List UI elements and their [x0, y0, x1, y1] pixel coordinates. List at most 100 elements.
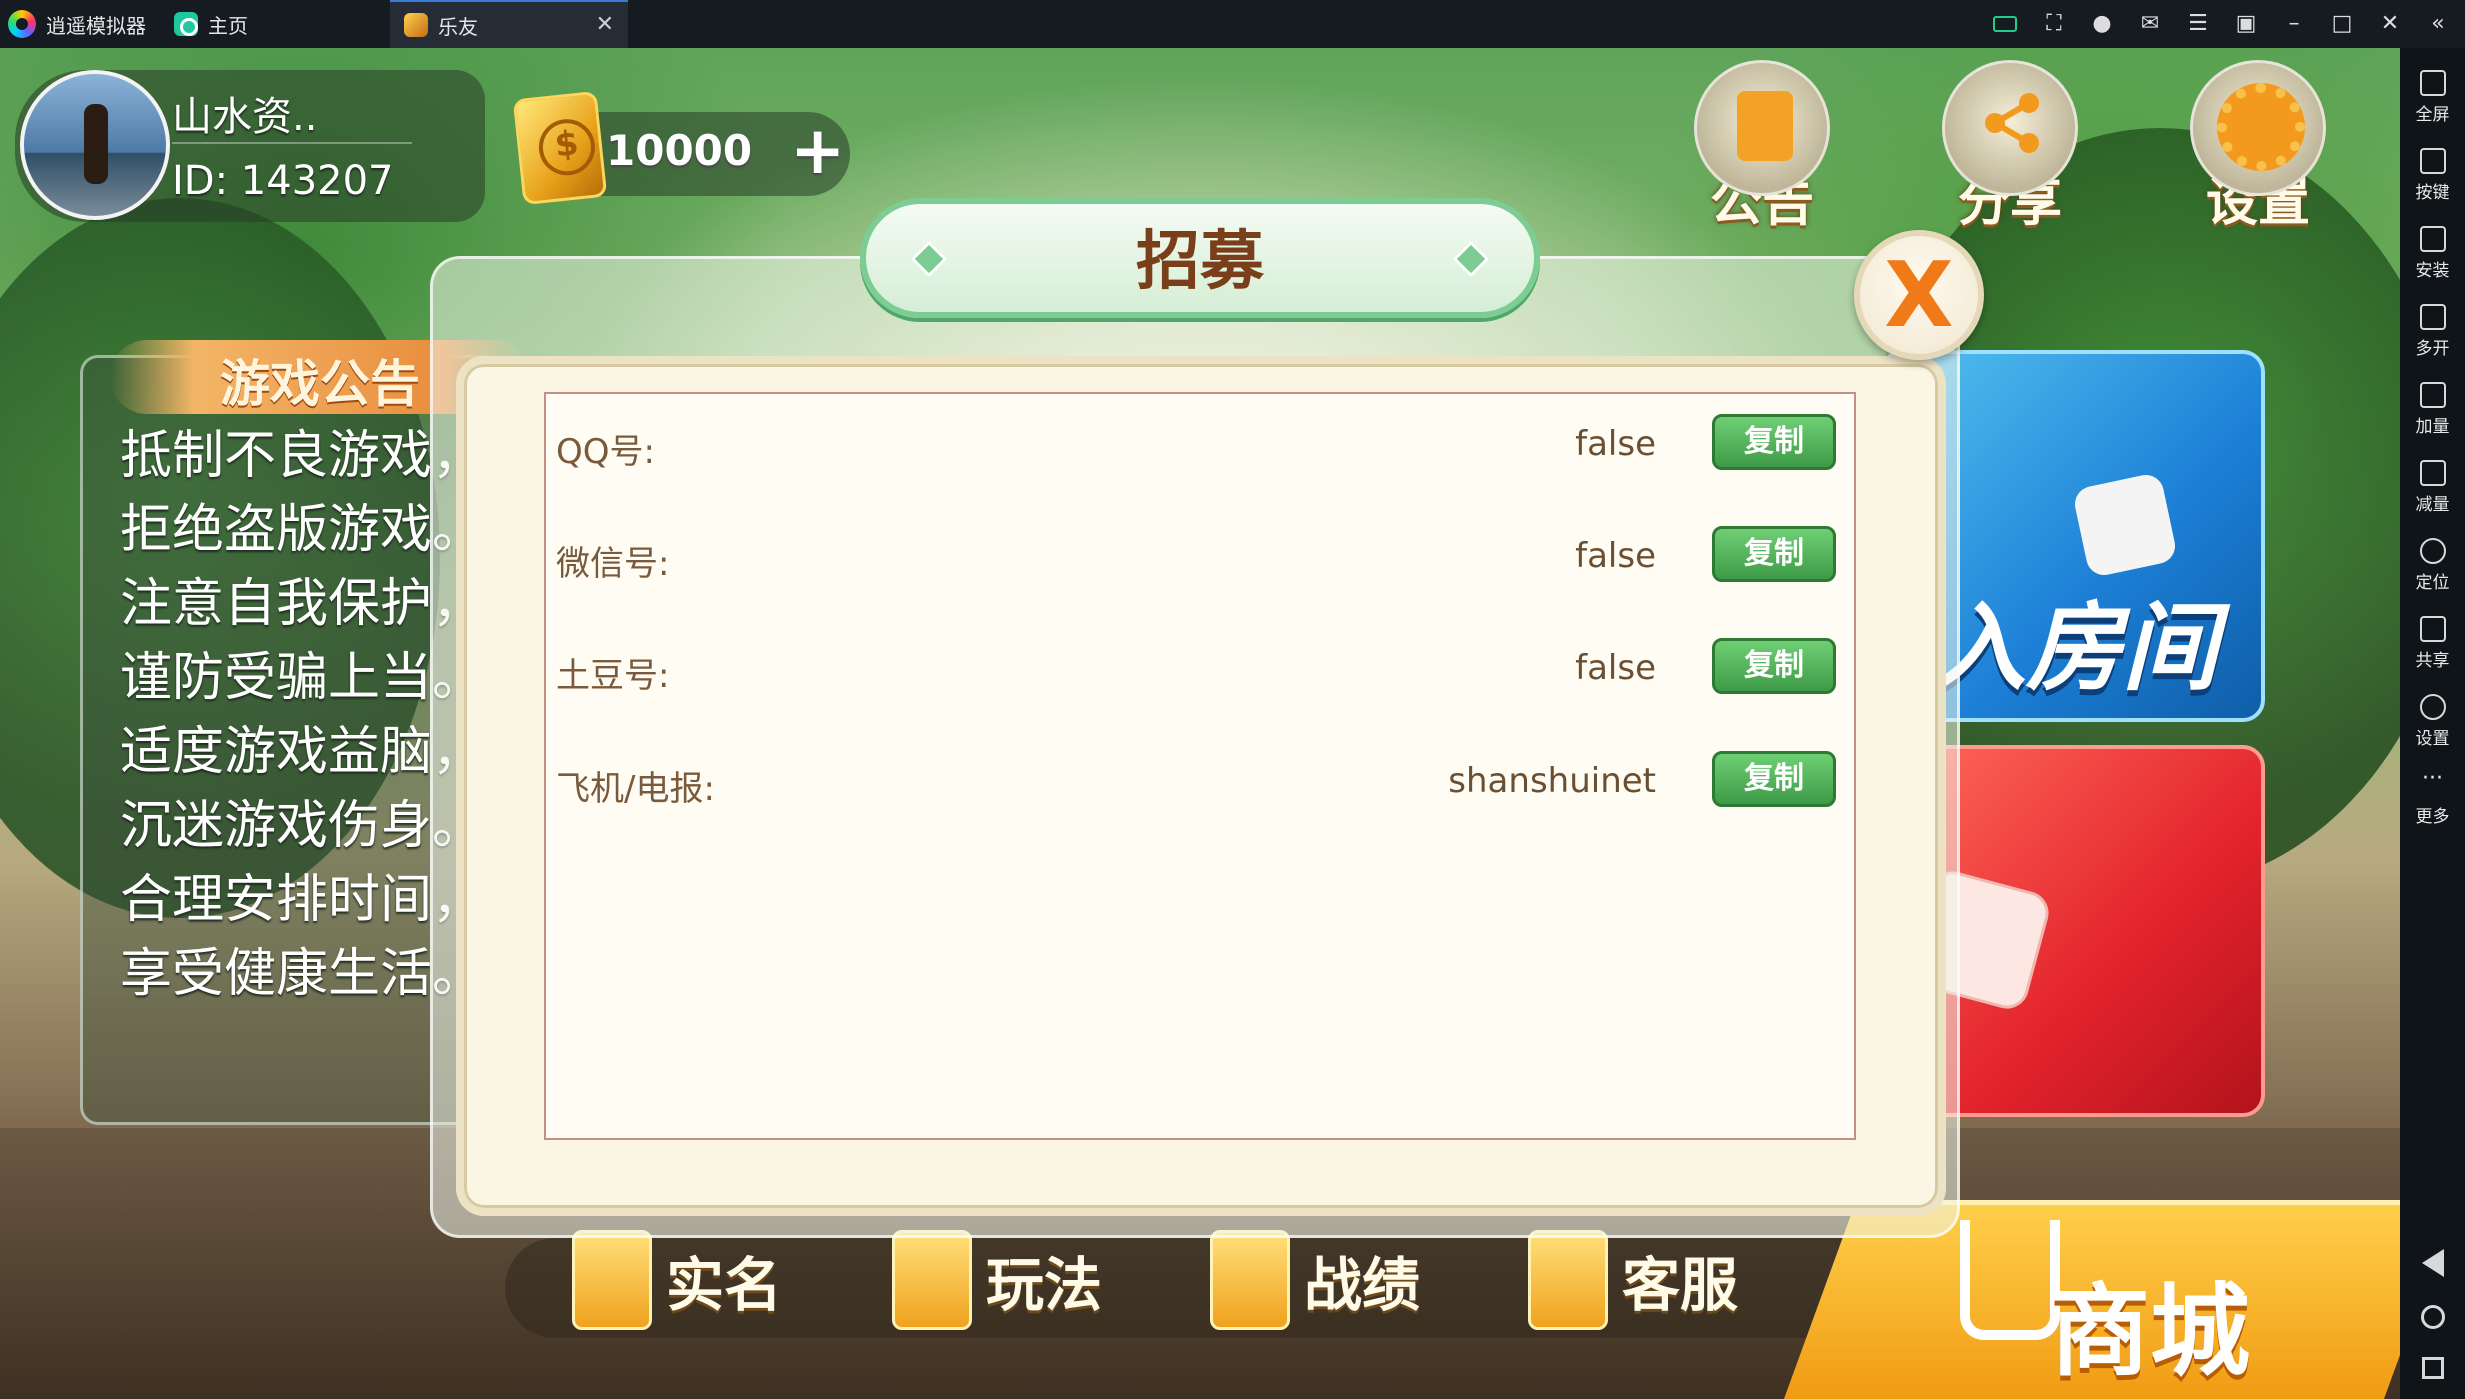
- clipboard-icon: [1737, 91, 1793, 161]
- sidebar-item-label: 安装: [2415, 260, 2450, 281]
- sidebar-item-label: 加量: [2415, 416, 2450, 437]
- row-label: QQ号:: [556, 432, 655, 472]
- row-value: false: [1575, 536, 1656, 576]
- sidebar-item-volume-down[interactable]: 减量: [2400, 448, 2465, 526]
- user-id: ID: 143207: [172, 158, 394, 204]
- modal-close-button[interactable]: X: [1854, 230, 1984, 360]
- sidebar-item-multi[interactable]: 多开: [2400, 292, 2465, 370]
- apk-install-icon: [2419, 225, 2446, 252]
- recruit-row-telegram: 飞机/电报: shanshuinet 复制: [556, 751, 1836, 815]
- row-label: 微信号:: [556, 544, 670, 584]
- location-icon: [2419, 537, 2446, 564]
- tab-home-label: 主页: [208, 13, 248, 38]
- keyboard-icon: [2419, 147, 2446, 174]
- join-room-label: 入房间: [1930, 592, 2218, 704]
- sidebar-item-more[interactable]: ··· 更多: [2400, 760, 2465, 838]
- sidebar-item-label: 定位: [2415, 572, 2450, 593]
- close-window-icon[interactable]: ✕: [2379, 13, 2401, 35]
- share-button[interactable]: 分享: [1940, 60, 2080, 240]
- sidebar-item-label: 按键: [2415, 182, 2450, 203]
- white-dice-icon: [2071, 471, 2179, 579]
- screen-record-icon[interactable]: ▣: [2235, 13, 2257, 35]
- row-value: shanshuinet: [1448, 761, 1656, 801]
- sidebar-item-keymap[interactable]: 按键: [2400, 136, 2465, 214]
- add-coins-button[interactable]: +: [790, 118, 845, 184]
- tab-home[interactable]: 主页: [160, 0, 390, 48]
- sidebar-item-label: 多开: [2415, 338, 2450, 359]
- settings-button[interactable]: 设置: [2188, 60, 2328, 240]
- multi-instance-icon: [2419, 303, 2446, 330]
- memu-logo-icon: [8, 10, 36, 38]
- row-value: false: [1575, 424, 1656, 464]
- folder-icon: [2419, 615, 2446, 642]
- profile-divider: [172, 142, 412, 144]
- emulator-app: 逍遥模拟器: [0, 10, 160, 39]
- menu-icon[interactable]: ☰: [2187, 13, 2209, 35]
- copy-button[interactable]: 复制: [1712, 526, 1836, 582]
- android-nav-buttons: [2400, 1249, 2465, 1379]
- shop-label: 商城: [2050, 1273, 2250, 1390]
- row-value: false: [1575, 648, 1656, 688]
- close-icon: X: [1884, 243, 1954, 348]
- keyboard-mapping-icon[interactable]: [1993, 16, 2017, 32]
- home-icon[interactable]: [2420, 1305, 2445, 1329]
- copy-button[interactable]: 复制: [1712, 414, 1836, 470]
- username: 山水资..: [172, 94, 318, 140]
- sidebar-item-location[interactable]: 定位: [2400, 526, 2465, 604]
- account-icon[interactable]: ●: [2091, 13, 2113, 35]
- row-label: 土豆号:: [556, 656, 670, 696]
- notice-button[interactable]: 公告: [1692, 60, 1832, 240]
- shield-check-icon: [572, 1230, 652, 1330]
- emulator-titlebar: 逍遥模拟器 主页 乐友 ✕ ⛶ ● ✉ ☰ ▣ – □ ✕ «: [0, 0, 2465, 48]
- sidebar-item-label: 减量: [2415, 494, 2450, 515]
- document-icon: [892, 1230, 972, 1330]
- sidebar-item-share[interactable]: 共享: [2400, 604, 2465, 682]
- coin-balance: 10000: [606, 126, 753, 175]
- row-label: 飞机/电报:: [556, 769, 715, 809]
- recruit-row-tudou: 土豆号: false 复制: [556, 638, 1836, 702]
- sidebar-item-install[interactable]: 安装: [2400, 214, 2465, 292]
- copy-button[interactable]: 复制: [1712, 638, 1836, 694]
- customer-service-icon: [1528, 1230, 1608, 1330]
- tab-leyou-label: 乐友: [438, 14, 478, 39]
- sidebar-item-volume-up[interactable]: 加量: [2400, 370, 2465, 448]
- collapse-sidebar-icon[interactable]: «: [2427, 13, 2449, 35]
- tab-leyou[interactable]: 乐友 ✕: [390, 0, 628, 48]
- customer-service-label: 客服: [1622, 1251, 1739, 1319]
- rules-button[interactable]: 玩法: [892, 1220, 1102, 1340]
- screenshot-icon[interactable]: ⛶: [2043, 13, 2065, 35]
- fullscreen-icon: [2419, 69, 2446, 96]
- tab-close-icon[interactable]: ✕: [596, 12, 614, 37]
- medal-icon: [1210, 1230, 1290, 1330]
- sidebar-item-label: 共享: [2415, 650, 2450, 671]
- sidebar-item-fullscreen[interactable]: 全屏: [2400, 58, 2465, 136]
- sidebar-item-settings[interactable]: 设置: [2400, 682, 2465, 760]
- modal-title: 招募: [1136, 225, 1264, 299]
- shopping-cart-icon: [1960, 1220, 2060, 1340]
- home-tab-icon: [174, 12, 198, 36]
- settings-disk: [2190, 60, 2326, 196]
- record-label: 战绩: [1304, 1251, 1421, 1319]
- copy-button[interactable]: 复制: [1712, 751, 1836, 807]
- sidebar-item-label: 全屏: [2415, 104, 2450, 125]
- back-icon[interactable]: [2421, 1249, 2444, 1277]
- recent-apps-icon[interactable]: [2421, 1357, 2444, 1379]
- mail-icon[interactable]: ✉: [2139, 13, 2161, 35]
- realname-button[interactable]: 实名: [572, 1220, 782, 1340]
- rules-label: 玩法: [986, 1251, 1103, 1319]
- volume-down-icon: [2419, 459, 2446, 486]
- emulator-sidebar: 全屏 按键 安装 多开 加量 减量 定位 共享 设置 ··· 更多: [2400, 48, 2465, 1399]
- notice-board-title: 游戏公告: [220, 355, 420, 413]
- emulator-app-name: 逍遥模拟器: [46, 13, 146, 38]
- sidebar-item-label: 更多: [2415, 806, 2450, 827]
- customer-service-button[interactable]: 客服: [1528, 1220, 1738, 1340]
- record-button[interactable]: 战绩: [1210, 1220, 1420, 1340]
- realname-label: 实名: [666, 1251, 783, 1319]
- game-tab-icon: [404, 13, 428, 37]
- coin-card-icon: [512, 90, 608, 206]
- maximize-icon[interactable]: □: [2331, 13, 2353, 35]
- sidebar-item-label: 设置: [2415, 728, 2450, 749]
- avatar[interactable]: [20, 70, 170, 220]
- minimize-icon[interactable]: –: [2283, 13, 2305, 35]
- share-disk: [1942, 60, 2078, 196]
